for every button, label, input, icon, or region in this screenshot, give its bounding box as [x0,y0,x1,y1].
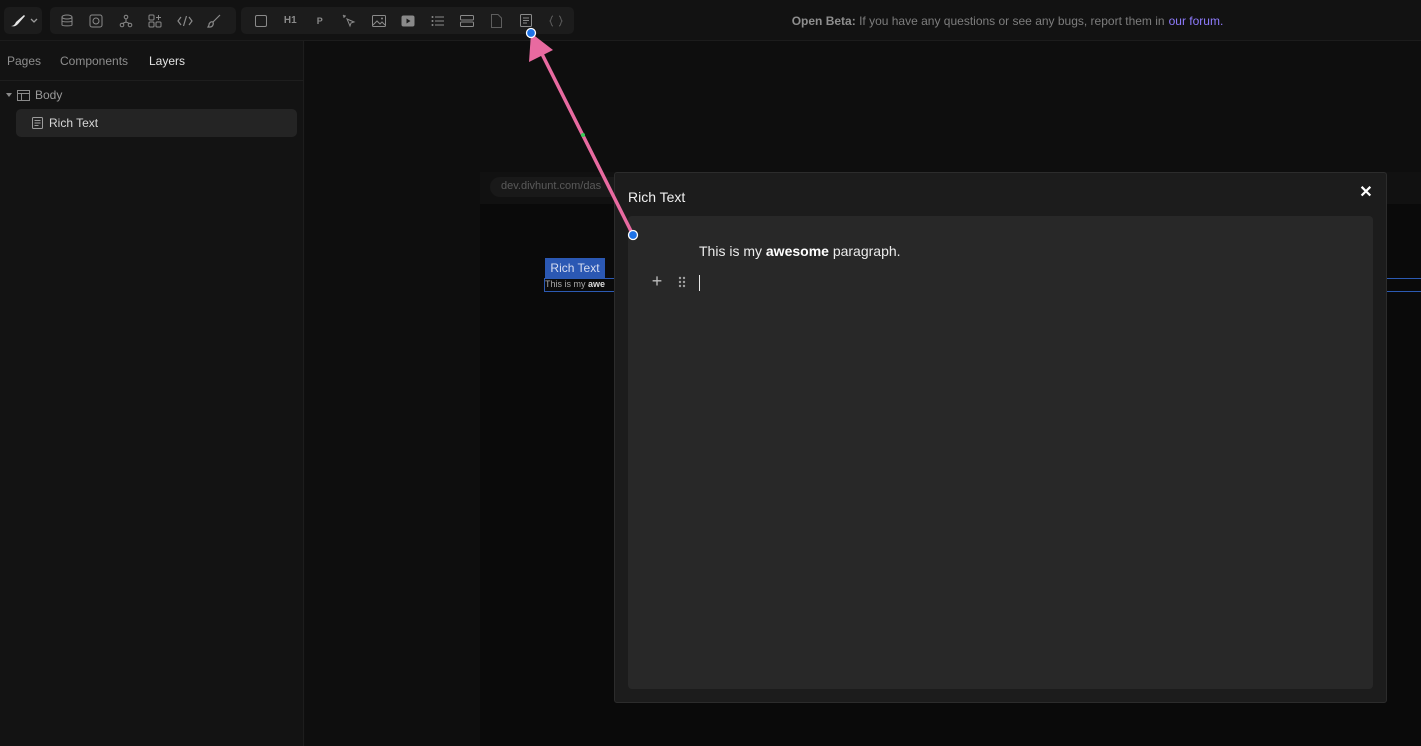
rich-text-editor[interactable]: This is my awesome paragraph. + [628,216,1373,689]
forum-link[interactable]: our forum. [1169,14,1224,28]
video-icon [401,15,415,26]
rich-text-modal: Rich Text ✕ This is my awesome paragraph… [614,172,1387,703]
tab-components[interactable]: Components [60,54,128,68]
code-button[interactable] [170,9,200,32]
layer-body-label: Body [35,88,63,102]
database-button[interactable] [52,9,82,32]
left-panel: Pages Components Layers Body Rich Text [0,41,304,746]
image-button[interactable] [364,9,394,32]
target-icon [89,14,103,27]
square-icon [254,14,267,27]
chevron-down-icon [30,18,37,23]
top-toolbar: H1 P Open Beta: If you have any question… [0,0,1421,41]
rich-text-icon [32,117,43,129]
layer-body[interactable]: Body [6,87,62,103]
image-icon [371,14,386,27]
layer-rich-text[interactable]: Rich Text [16,109,297,137]
paragraph-post: paragraph. [828,243,901,259]
beta-label: Open Beta: [791,13,856,28]
canvas-text-bold: awe [588,279,606,289]
element-tools-group: H1 P [241,7,574,34]
file-button[interactable] [482,9,512,32]
style-button[interactable] [200,9,230,32]
panel-tabs: Pages Components Layers [0,41,304,81]
data-tools-group [50,7,236,34]
heading-button[interactable]: H1 [276,9,306,32]
link-button[interactable] [335,9,365,32]
braces-icon [548,15,563,26]
components-button[interactable] [111,9,141,32]
list-button[interactable] [423,9,453,32]
cursor-click-icon [342,14,356,27]
components-icon [119,14,133,27]
close-icon[interactable]: ✕ [1358,185,1374,201]
code-icon [177,15,193,26]
paragraph-label: P [316,15,323,26]
canvas-text-pre: This is my [545,279,589,289]
plus-icon[interactable]: + [650,272,664,290]
paragraph-bold: awesome [765,243,829,259]
layout-icon [17,89,30,101]
beta-notice: Open Beta: If you have any questions or … [600,0,1415,41]
layer-rich-text-label: Rich Text [49,116,99,130]
rich-text-icon [520,14,533,27]
caret-down-icon[interactable] [6,93,12,97]
text-cursor [699,275,700,291]
rows-icon [460,14,475,27]
json-button[interactable] [541,9,571,32]
beta-text: If you have any questions or see any bug… [859,13,1165,28]
list-icon [431,15,444,26]
tab-layers[interactable]: Layers [149,54,185,68]
modal-title: Rich Text [628,189,686,205]
section-button[interactable] [453,9,483,32]
video-button[interactable] [394,9,424,32]
div-block-button[interactable] [246,9,276,32]
selected-element-label[interactable]: Rich Text [545,258,605,278]
tab-pages[interactable]: Pages [7,54,41,68]
apps-button[interactable] [141,9,171,32]
preview-url: dev.divhunt.com/das [490,177,630,197]
target-button[interactable] [82,9,112,32]
brush-logo-icon [10,14,25,26]
editor-paragraph[interactable]: This is my awesome paragraph. [699,243,901,259]
paragraph-pre: This is my [699,243,766,259]
logo-menu-button[interactable] [4,7,42,34]
database-icon [61,14,73,26]
heading-label: H1 [283,15,297,26]
file-icon [491,13,503,28]
paint-brush-icon [207,14,221,28]
apps-icon [148,14,162,27]
paragraph-button[interactable]: P [305,9,335,32]
rich-text-tool-button[interactable] [512,9,542,32]
drag-handle-icon[interactable] [677,276,687,290]
canvas-rich-text[interactable]: This is my awe [545,279,615,291]
